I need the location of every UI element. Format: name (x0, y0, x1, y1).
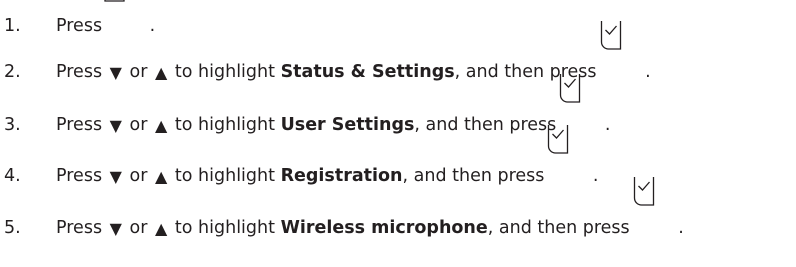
down-arrow-icon: ▼ (109, 219, 122, 238)
step-number: 4. (4, 165, 21, 186)
period: . (604, 114, 611, 135)
step-5: 5. Press ▼ or ▲ to highlight Wireless mi… (4, 177, 684, 242)
step-number: 5. (4, 217, 21, 238)
step-text: Press ▼ or ▲ to highlight Wireless micro… (56, 137, 684, 242)
step-number: 3. (4, 114, 21, 135)
press-text: Press (56, 217, 103, 238)
or-text: or (129, 217, 148, 238)
then-press-text: , and then press (487, 217, 630, 238)
step-number: 1. (4, 15, 21, 36)
to-highlight-text: to highlight (174, 217, 275, 238)
period: . (678, 217, 684, 238)
step-number: 2. (4, 61, 21, 82)
menu-item-name: Wireless microphone (280, 217, 488, 238)
ok-checkmark-icon (633, 141, 678, 241)
period: . (645, 61, 651, 82)
instruction-steps: 1. Press . 2. Press ▼ or ▲ to highlight … (0, 0, 796, 267)
up-arrow-icon: ▲ (155, 219, 168, 238)
